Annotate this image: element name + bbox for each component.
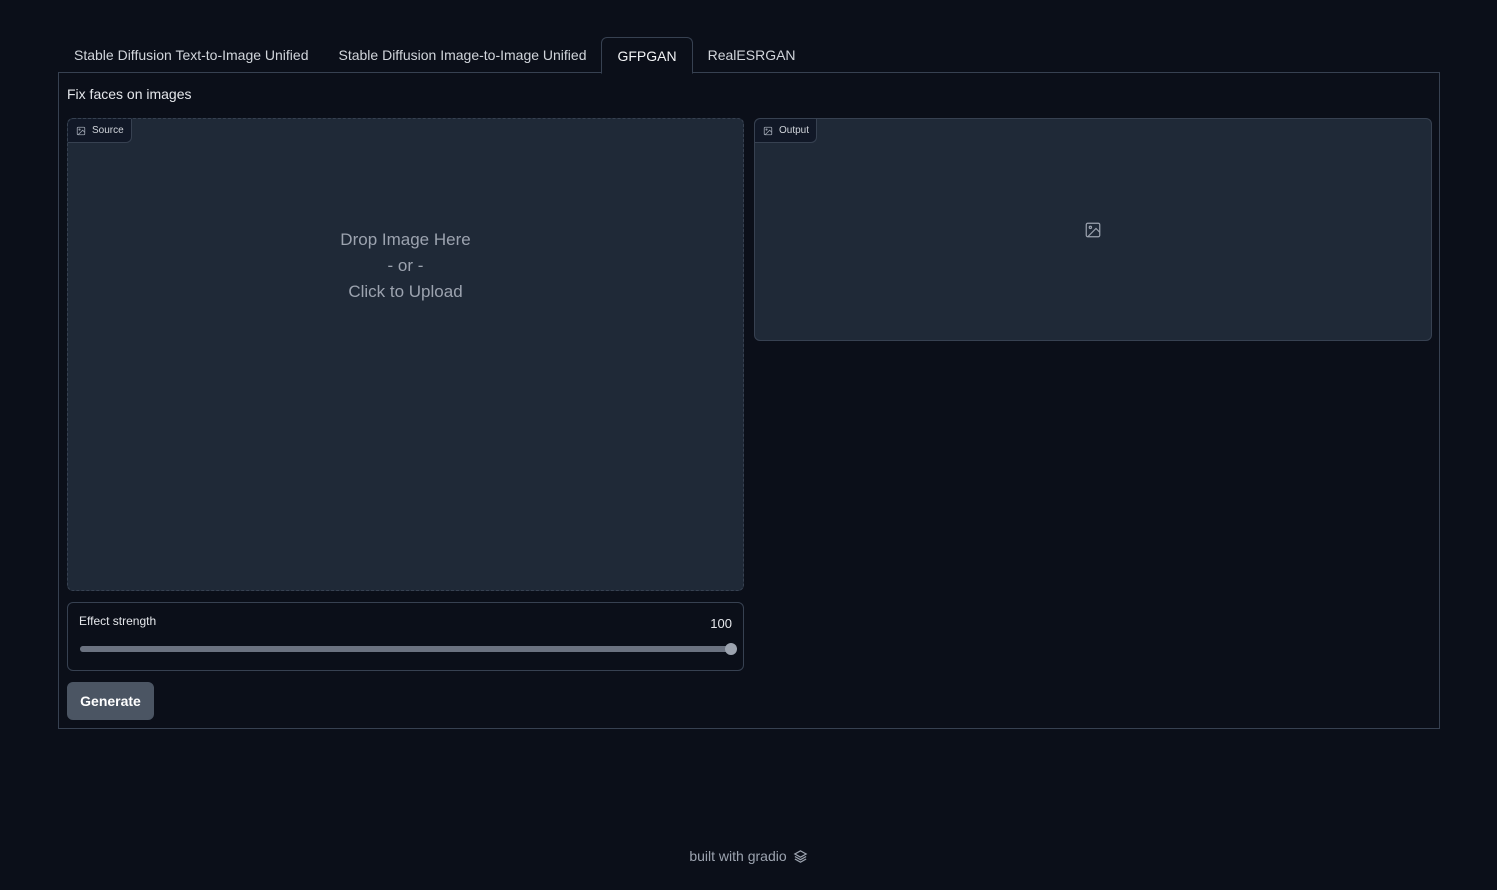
- generate-button[interactable]: Generate: [67, 682, 154, 720]
- source-label-text: Source: [92, 125, 124, 136]
- upload-instructions: Drop Image Here - or - Click to Upload: [68, 227, 743, 305]
- output-image-box: Output: [754, 118, 1432, 341]
- tab-gfpgan[interactable]: GFPGAN: [601, 37, 693, 74]
- gradio-logo-icon: [793, 849, 808, 863]
- slider-thumb[interactable]: [725, 643, 737, 655]
- image-icon: [76, 126, 86, 135]
- footer-text[interactable]: built with gradio: [689, 848, 786, 864]
- source-label: Source: [68, 119, 132, 143]
- tab-bar: Stable Diffusion Text-to-Image Unified S…: [59, 37, 811, 74]
- slider-fill: [80, 646, 731, 652]
- output-label: Output: [755, 119, 818, 143]
- tab-realesrgan[interactable]: RealESRGAN: [693, 37, 811, 73]
- panel-description: Fix faces on images: [67, 86, 192, 102]
- slider-track[interactable]: [80, 643, 737, 655]
- upload-line-click: Click to Upload: [348, 282, 463, 301]
- gfpgan-panel: Fix faces on images Source Drop Image He…: [58, 72, 1440, 729]
- tab-img2img[interactable]: Stable Diffusion Image-to-Image Unified: [324, 37, 602, 73]
- upload-line-drop: Drop Image Here: [340, 230, 471, 249]
- output-label-text: Output: [779, 125, 810, 136]
- tab-txt2img[interactable]: Stable Diffusion Text-to-Image Unified: [59, 37, 324, 73]
- gradio-app: Stable Diffusion Text-to-Image Unified S…: [0, 0, 1497, 890]
- source-image-dropzone[interactable]: Source Drop Image Here - or - Click to U…: [67, 118, 744, 591]
- slider-value[interactable]: 100: [710, 616, 732, 631]
- footer: built with gradio: [0, 848, 1497, 864]
- image-placeholder-icon: [1085, 222, 1101, 237]
- upload-line-or: - or -: [387, 256, 424, 275]
- effect-strength-slider-box: Effect strength 100: [67, 602, 744, 671]
- image-icon: [763, 126, 773, 135]
- slider-label: Effect strength: [79, 614, 157, 628]
